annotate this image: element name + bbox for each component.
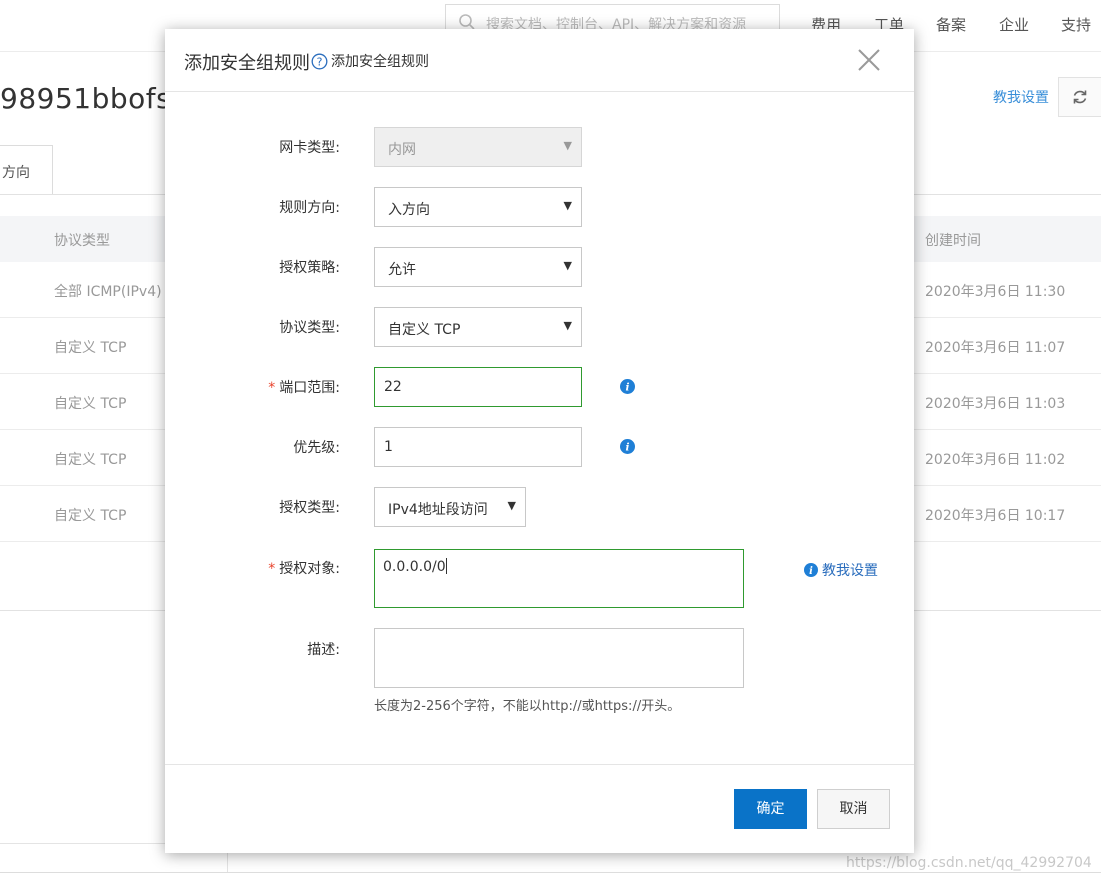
column-header-created: 创建时间 — [925, 233, 981, 249]
port-range-label: * 端口范围: — [268, 380, 340, 396]
bottom-divider — [0, 872, 1101, 873]
rule-direction-value: 入方向 — [388, 202, 430, 218]
caret-down-icon: ▼ — [563, 259, 572, 272]
svg-text:i: i — [626, 442, 630, 454]
caret-down-icon: ▼ — [507, 499, 516, 512]
auth-object-label: * 授权对象: — [268, 561, 340, 577]
rule-direction-label: 规则方向: — [279, 200, 340, 216]
dialog-header: 添加安全组规则 ? 添加安全组规则 — [165, 29, 914, 92]
info-icon: i — [804, 563, 818, 577]
svg-text:i: i — [809, 566, 813, 577]
cell-protocol: 自定义 TCP — [54, 508, 127, 524]
dialog-help-link[interactable]: 添加安全组规则 — [331, 51, 429, 71]
dialog-footer-divider — [165, 764, 914, 765]
refresh-icon — [1073, 90, 1087, 104]
nic-type-value: 内网 — [388, 142, 416, 158]
svg-text:i: i — [626, 382, 630, 394]
column-header-protocol: 协议类型 — [54, 233, 110, 249]
port-range-input[interactable]: 22 — [374, 367, 582, 407]
nav-support[interactable]: 支持 — [1061, 14, 1091, 35]
cell-protocol: 自定义 TCP — [54, 340, 127, 356]
watermark: https://blog.csdn.net/qq_42992704 — [846, 855, 1092, 871]
description-textarea[interactable] — [374, 628, 744, 688]
auth-object-textarea[interactable]: 0.0.0.0/0 — [374, 549, 744, 608]
nic-type-label: 网卡类型: — [279, 140, 340, 156]
cell-created: 2020年3月6日 11:07 — [925, 340, 1066, 356]
refresh-button[interactable] — [1058, 77, 1101, 117]
nav-icp-filing[interactable]: 备案 — [936, 14, 966, 35]
protocol-type-label: 协议类型: — [279, 320, 340, 336]
protocol-type-select[interactable]: 自定义 TCP ▼ — [374, 307, 582, 347]
cell-protocol: 自定义 TCP — [54, 396, 127, 412]
svg-text:?: ? — [317, 56, 323, 69]
required-mark: * — [268, 561, 276, 577]
nic-type-select: 内网 ▼ — [374, 127, 582, 167]
cell-created: 2020年3月6日 11:03 — [925, 396, 1066, 412]
cell-protocol: 自定义 TCP — [54, 452, 127, 468]
text-cursor — [445, 558, 447, 574]
auth-policy-select[interactable]: 允许 ▼ — [374, 247, 582, 287]
auth-policy-label: 授权策略: — [279, 260, 340, 276]
page-help-link[interactable]: 教我设置 — [993, 87, 1049, 107]
auth-object-value: 0.0.0.0/0 — [383, 558, 447, 575]
cell-created: 2020年3月6日 11:02 — [925, 452, 1066, 468]
port-range-value: 22 — [384, 379, 402, 395]
help-link-label: 教我设置 — [822, 563, 878, 579]
auth-policy-value: 允许 — [388, 262, 416, 278]
description-label: 描述: — [307, 642, 340, 658]
priority-input[interactable]: 1 — [374, 427, 582, 467]
cell-protocol: 全部 ICMP(IPv4) — [54, 284, 162, 300]
protocol-type-value: 自定义 TCP — [388, 322, 461, 338]
caret-down-icon: ▼ — [563, 319, 572, 332]
info-icon[interactable]: i — [620, 439, 635, 454]
auth-object-help-link[interactable]: i 教我设置 — [804, 560, 878, 580]
dialog-title: 添加安全组规则 — [184, 53, 310, 74]
add-security-group-rule-dialog: 添加安全组规则 ? 添加安全组规则 网卡类型: 内网 ▼ 规则方向: 入方向 ▼… — [165, 29, 914, 853]
priority-value: 1 — [384, 439, 393, 455]
required-mark: * — [268, 380, 276, 396]
priority-label: 优先级: — [293, 440, 340, 456]
tab-direction-label: 方向 — [2, 165, 30, 181]
nav-enterprise[interactable]: 企业 — [999, 14, 1029, 35]
cell-created: 2020年3月6日 11:30 — [925, 284, 1066, 300]
tab-direction[interactable]: 方向 — [0, 145, 53, 195]
auth-type-label: 授权类型: — [279, 500, 340, 516]
auth-type-select[interactable]: IPv4地址段访问 ▼ — [374, 487, 526, 527]
rule-direction-select[interactable]: 入方向 ▼ — [374, 187, 582, 227]
cell-created: 2020年3月6日 10:17 — [925, 508, 1066, 524]
caret-down-icon: ▼ — [563, 139, 572, 152]
cancel-button[interactable]: 取消 — [817, 789, 890, 829]
info-icon[interactable]: i — [620, 379, 635, 394]
confirm-button[interactable]: 确定 — [734, 789, 807, 829]
question-circle-icon[interactable]: ? — [311, 53, 328, 70]
description-hint: 长度为2-256个字符，不能以http://或https://开头。 — [374, 699, 681, 714]
auth-type-value: IPv4地址段访问 — [388, 502, 488, 518]
caret-down-icon: ▼ — [563, 199, 572, 212]
close-icon[interactable] — [857, 48, 881, 72]
